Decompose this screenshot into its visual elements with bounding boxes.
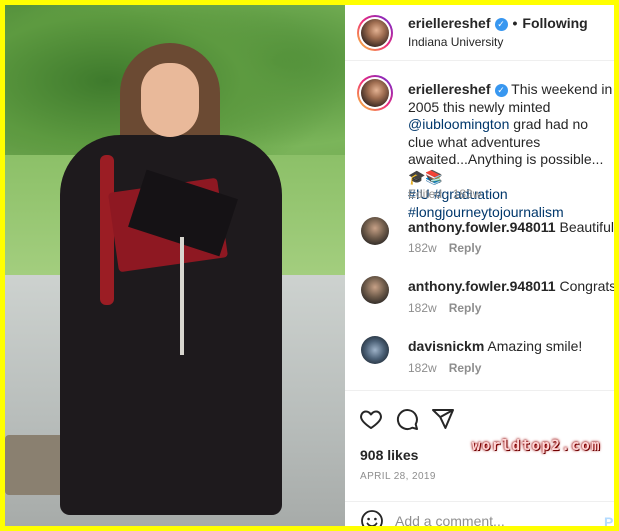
comment-body: Congrats <box>559 278 614 294</box>
verified-badge-icon: ✓ <box>494 84 508 97</box>
share-icon[interactable] <box>431 407 455 431</box>
location-link[interactable]: Indiana University <box>408 35 503 49</box>
reply-button[interactable]: Reply <box>449 361 482 375</box>
photo-sash <box>100 155 114 305</box>
comment-icon[interactable] <box>395 407 419 431</box>
following-button[interactable]: Following <box>522 15 587 31</box>
mention-link[interactable]: @iubloomington <box>408 116 509 132</box>
comment-line: davisnickm Amazing smile! <box>408 338 582 354</box>
action-section: 908 likes APRIL 28, 2019 P <box>345 390 614 526</box>
comment-username[interactable]: anthony.fowler.948011 <box>408 219 556 235</box>
post-photo[interactable] <box>5 5 345 526</box>
post-modal: eriellereshef ✓ • Following Indiana Univers… <box>5 5 614 526</box>
comment-username[interactable]: davisnickm <box>408 338 484 354</box>
bookmark-icon[interactable] <box>611 407 614 431</box>
comment-avatar[interactable] <box>361 217 389 245</box>
header-username[interactable]: eriellereshef <box>408 15 491 31</box>
post-button[interactable]: P <box>604 514 613 526</box>
verified-badge-icon: ✓ <box>494 18 508 31</box>
photo-tassel <box>180 237 184 355</box>
comment-age: 182w <box>408 361 437 375</box>
comment-age: 182w <box>408 301 437 315</box>
comment-avatar[interactable] <box>361 276 389 304</box>
comment-meta: 182w Reply <box>408 301 481 315</box>
comment-meta: 182w Reply <box>408 241 481 255</box>
comment-age: 182w <box>408 241 437 255</box>
caption-emojis: 🎓📚 <box>408 168 443 185</box>
caption-username[interactable]: eriellereshef <box>408 81 491 97</box>
post-header: eriellereshef ✓ • Following Indiana Univers… <box>345 5 614 61</box>
comment-body: Beautiful <box>559 219 614 235</box>
smile-icon[interactable] <box>360 509 384 526</box>
comment-username[interactable]: anthony.fowler.948011 <box>408 278 556 294</box>
post-sidebar: eriellereshef ✓ • Following Indiana Univers… <box>345 5 614 526</box>
watermark-text: worldtop2.com <box>472 438 602 454</box>
caption-meta: Edited · 183w <box>408 187 482 201</box>
reply-button[interactable]: Reply <box>449 241 482 255</box>
comment-meta: 182w Reply <box>408 361 481 375</box>
comment-line: anthony.fowler.948011 Congrats <box>408 278 614 294</box>
reply-button[interactable]: Reply <box>449 301 482 315</box>
caption-avatar[interactable] <box>357 75 393 111</box>
photo-face <box>141 63 199 137</box>
author-avatar[interactable] <box>357 15 393 51</box>
header-user-line: eriellereshef ✓ • Following <box>408 15 588 31</box>
separator-dot: • <box>512 15 518 31</box>
likes-count[interactable]: 908 likes <box>360 447 418 463</box>
add-comment-input[interactable] <box>395 506 585 526</box>
hashtag-link[interactable]: #longjourneytojournalism <box>408 204 564 220</box>
heart-icon[interactable] <box>359 407 383 431</box>
comment-body: Amazing smile! <box>487 338 583 354</box>
comment-avatar[interactable] <box>361 336 389 364</box>
post-date: APRIL 28, 2019 <box>360 471 436 482</box>
comment-bar: P <box>345 501 614 526</box>
comment-line: anthony.fowler.948011 Beautiful <box>408 219 614 235</box>
